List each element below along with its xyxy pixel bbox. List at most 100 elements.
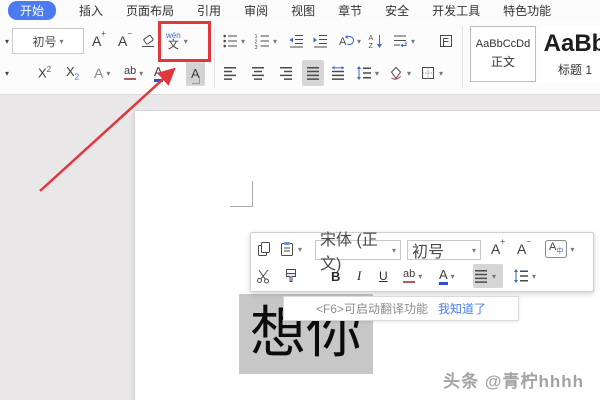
sort-button[interactable] bbox=[368, 28, 384, 54]
tab-insert[interactable]: 插入 bbox=[79, 2, 103, 19]
chevron-down-icon: ▾ bbox=[411, 36, 416, 46]
tab-section[interactable]: 章节 bbox=[338, 2, 362, 19]
underline-button[interactable]: U bbox=[379, 264, 388, 288]
annotation-red-box bbox=[158, 21, 211, 62]
bullets-button[interactable]: ▾ bbox=[222, 28, 245, 54]
font-group-dialog-launcher[interactable] bbox=[192, 76, 200, 84]
style-label: 正文 bbox=[490, 55, 515, 69]
chevron-down-icon: ▾ bbox=[375, 68, 380, 78]
tab-page-layout[interactable]: 页面布局 bbox=[126, 2, 174, 19]
distribute-icon bbox=[330, 65, 346, 81]
chevron-down-icon: ▾ bbox=[450, 271, 455, 281]
font-color-button[interactable]: A ▾ bbox=[154, 60, 170, 86]
translate-tooltip: <F6>可启动翻译功能 我知道了 bbox=[283, 296, 519, 321]
translate-tool-button[interactable]: A中 ▾ bbox=[545, 237, 574, 261]
tab-review[interactable]: 审阅 bbox=[244, 2, 268, 19]
tab-view[interactable]: 视图 bbox=[291, 2, 315, 19]
style-item-heading1[interactable]: AaBb 标题 1 bbox=[540, 26, 600, 82]
brush-icon bbox=[283, 268, 299, 284]
mini-font-name-combo[interactable]: 宋体 (正文) ▾ bbox=[315, 232, 401, 273]
sort-az-icon bbox=[368, 33, 384, 49]
tab-references[interactable]: 引用 bbox=[197, 2, 221, 19]
mini-shrink-font-button[interactable]: A− bbox=[517, 237, 531, 261]
style-preview: AaBbCcDd bbox=[475, 38, 531, 50]
shading-icon bbox=[388, 65, 404, 81]
style-label: 标题 1 bbox=[557, 63, 592, 77]
chevron-down-icon: ▾ bbox=[273, 36, 278, 46]
copy-icon bbox=[256, 241, 272, 257]
frame-button[interactable] bbox=[438, 28, 454, 54]
numbering-button[interactable]: ▾ bbox=[254, 28, 277, 54]
mini-highlight-button[interactable]: ab ▾ bbox=[403, 264, 422, 288]
style-item-body-text[interactable]: AaBbCcDd 正文 bbox=[470, 26, 536, 82]
line-spacing-button[interactable]: ▾ bbox=[356, 60, 379, 86]
shading-button[interactable]: ▾ bbox=[388, 60, 411, 86]
copy-button[interactable] bbox=[256, 237, 272, 261]
menu-tab-bar: 开始 插入 页面布局 引用 审阅 视图 章节 安全 开发工具 特色功能 bbox=[0, 0, 600, 20]
align-left-button[interactable] bbox=[222, 60, 238, 86]
format-painter-button[interactable] bbox=[283, 264, 299, 288]
group-separator bbox=[214, 26, 215, 88]
justify-button[interactable] bbox=[302, 60, 324, 86]
font-size-value: 初号 bbox=[412, 244, 445, 261]
chevron-down-icon: ▾ bbox=[439, 68, 444, 78]
chevron-down-icon: ▾ bbox=[532, 271, 537, 281]
align-left-icon bbox=[222, 65, 238, 81]
chevron-down-icon: ▾ bbox=[407, 68, 412, 78]
mini-align-button[interactable]: ▾ bbox=[473, 264, 503, 288]
align-right-button[interactable] bbox=[278, 60, 294, 86]
bullet-list-icon bbox=[222, 33, 238, 49]
line-spacing-icon bbox=[356, 65, 372, 81]
increase-indent-button[interactable] bbox=[312, 28, 328, 54]
font-name-combo-cut[interactable]: ▾ bbox=[5, 28, 9, 54]
chevron-down-icon: ▾ bbox=[391, 245, 396, 255]
justify-icon bbox=[473, 268, 489, 284]
text-effects-button[interactable]: A ▾ bbox=[94, 60, 110, 86]
distribute-button[interactable] bbox=[330, 60, 346, 86]
font-size-combo[interactable]: 初号 ▾ bbox=[12, 28, 84, 54]
chevron-down-icon: ▾ bbox=[59, 36, 64, 46]
style-preview: AaBb bbox=[543, 30, 600, 57]
chevron-down-icon: ▾ bbox=[357, 36, 362, 46]
tab-special-features[interactable]: 特色功能 bbox=[503, 2, 551, 19]
grow-font-button[interactable]: A+ bbox=[92, 28, 106, 54]
tooltip-confirm-link[interactable]: 我知道了 bbox=[438, 300, 486, 317]
decrease-indent-button[interactable] bbox=[288, 28, 304, 54]
superscript-button[interactable]: X2 bbox=[38, 60, 51, 86]
scissors-icon bbox=[256, 268, 272, 284]
mini-font-color-button[interactable]: A ▾ bbox=[439, 264, 455, 288]
clear-format-button[interactable] bbox=[140, 28, 156, 54]
app-window: 开始 插入 页面布局 引用 审阅 视图 章节 安全 开发工具 特色功能 ▾ 初号… bbox=[0, 0, 600, 400]
highlight-color-button[interactable]: ab ▾ bbox=[124, 60, 143, 86]
align-center-button[interactable] bbox=[250, 60, 266, 86]
font-size-value: 初号 bbox=[32, 34, 57, 49]
row2-cut-dropdown[interactable]: ▾ bbox=[5, 60, 9, 86]
mini-line-spacing-button[interactable]: ▾ bbox=[513, 264, 536, 288]
italic-button[interactable]: I bbox=[357, 264, 361, 288]
borders-button[interactable]: ▾ bbox=[420, 60, 443, 86]
tab-developer-tools[interactable]: 开发工具 bbox=[432, 2, 480, 19]
tooltip-hint: <F6>可启动翻译功能 bbox=[315, 302, 428, 316]
chevron-down-icon: ▾ bbox=[241, 36, 246, 46]
mini-grow-font-button[interactable]: A+ bbox=[491, 237, 505, 261]
chevron-down-icon: ▾ bbox=[492, 271, 497, 281]
show-marks-button[interactable]: ▾ bbox=[392, 28, 415, 54]
group-separator bbox=[462, 26, 463, 88]
shrink-font-button[interactable]: A− bbox=[118, 28, 132, 54]
cut-button[interactable] bbox=[256, 264, 272, 288]
text-direction-icon bbox=[338, 33, 354, 49]
subscript-button[interactable]: X2 bbox=[66, 60, 79, 86]
text-direction-button[interactable]: ▾ bbox=[338, 28, 361, 54]
borders-icon bbox=[420, 65, 436, 81]
paste-button[interactable]: ▾ bbox=[279, 237, 302, 261]
tab-home[interactable]: 开始 bbox=[8, 0, 57, 20]
paragraph-marks-icon bbox=[392, 33, 408, 49]
align-right-icon bbox=[278, 65, 294, 81]
tab-security[interactable]: 安全 bbox=[385, 2, 409, 19]
align-center-icon bbox=[250, 65, 266, 81]
mini-font-size-combo[interactable]: 初号 ▾ bbox=[407, 240, 481, 261]
ribbon: ▾ 初号 ▾ A+ A− wén 文 ▾ ▾ X2 X2 A ▾ ab ▾ A … bbox=[0, 20, 600, 95]
bold-button[interactable]: B bbox=[331, 264, 340, 288]
indent-icon bbox=[312, 33, 328, 49]
justify-icon bbox=[305, 65, 321, 81]
